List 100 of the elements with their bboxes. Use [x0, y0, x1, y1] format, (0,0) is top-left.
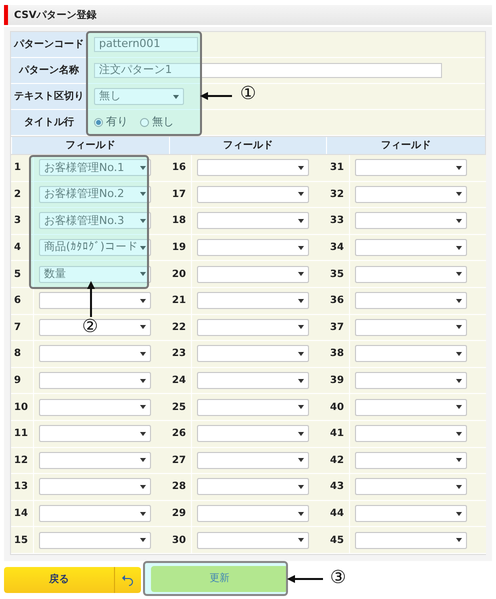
dropdown-caret-icon — [140, 166, 146, 170]
radio-option[interactable]: 有り — [94, 114, 128, 131]
row-number: 38 — [327, 341, 349, 367]
select-field[interactable] — [355, 292, 467, 310]
row-number: 4 — [11, 234, 33, 260]
select-field[interactable] — [355, 452, 467, 469]
dropdown-caret-icon — [140, 378, 146, 383]
row-number: 28 — [169, 474, 191, 500]
dropdown-caret-icon — [456, 272, 462, 276]
select-field[interactable] — [197, 345, 309, 362]
radio-option[interactable]: 無し — [140, 114, 174, 131]
row-number: 43 — [327, 474, 349, 500]
select-field[interactable] — [197, 532, 309, 549]
dropdown-caret-icon — [298, 166, 304, 170]
select-field[interactable] — [39, 398, 151, 416]
select-field[interactable] — [197, 318, 309, 336]
select-field[interactable]: 無し — [94, 88, 184, 105]
select-field[interactable] — [197, 159, 309, 176]
row-number: 19 — [169, 234, 191, 260]
select-field[interactable] — [197, 212, 309, 230]
form-label: パターン名称 — [11, 58, 87, 83]
text-input[interactable]: pattern001 — [94, 37, 198, 52]
select-field[interactable] — [355, 505, 467, 522]
row-number: 21 — [169, 288, 191, 314]
row-number: 6 — [11, 288, 33, 314]
select-field[interactable] — [355, 239, 467, 256]
select-field[interactable] — [197, 372, 309, 390]
select-field[interactable] — [197, 292, 309, 310]
page-title: CSVパターン登録 — [14, 8, 96, 22]
select-field[interactable] — [355, 425, 467, 442]
select-field[interactable] — [355, 372, 467, 390]
dropdown-caret-icon — [456, 298, 462, 303]
text-input[interactable]: 注文パターン1 — [94, 63, 442, 78]
dropdown-caret-icon — [140, 298, 146, 303]
select-field[interactable] — [39, 372, 151, 390]
row-number: 16 — [169, 155, 191, 181]
row-number: 29 — [169, 500, 191, 526]
select-field[interactable]: お客様管理No.3 — [39, 212, 151, 230]
select-field[interactable] — [355, 532, 467, 549]
select-field[interactable] — [197, 425, 309, 442]
select-field[interactable] — [355, 318, 467, 336]
select-field[interactable] — [355, 398, 467, 416]
arrow-icon — [87, 281, 95, 317]
select-field[interactable] — [355, 266, 467, 283]
row-number: 13 — [11, 474, 33, 500]
row-number: 27 — [169, 448, 191, 474]
dropdown-caret-icon — [298, 378, 304, 383]
row-number: 8 — [11, 341, 33, 367]
row-number: 40 — [327, 394, 349, 420]
dropdown-caret-icon — [298, 246, 304, 250]
select-field[interactable] — [39, 532, 151, 549]
row-number: 5 — [11, 261, 33, 287]
dropdown-caret-icon — [298, 512, 304, 516]
back-button[interactable]: 戻る — [4, 566, 141, 593]
select-field[interactable] — [355, 186, 467, 203]
row-number: 32 — [327, 182, 349, 208]
row-number: 35 — [327, 261, 349, 287]
dropdown-caret-icon — [173, 94, 179, 98]
dropdown-caret-icon — [456, 246, 462, 250]
select-field[interactable] — [355, 478, 467, 496]
select-field[interactable] — [39, 505, 151, 522]
dropdown-caret-icon — [298, 432, 304, 436]
row-number: 1 — [11, 155, 33, 181]
select-field[interactable] — [39, 292, 151, 310]
select-field[interactable] — [39, 318, 151, 336]
select-field[interactable] — [39, 478, 151, 496]
select-field[interactable] — [355, 159, 467, 176]
select-field[interactable]: 数量 — [39, 266, 151, 283]
row-number: 20 — [169, 261, 191, 287]
row-number: 15 — [11, 527, 33, 553]
row-number: 10 — [11, 394, 33, 420]
dropdown-caret-icon — [298, 298, 304, 303]
select-field[interactable] — [197, 505, 309, 522]
row-number: 34 — [327, 234, 349, 260]
row-number: 18 — [169, 208, 191, 234]
column-header: フィールド — [326, 137, 486, 154]
select-field[interactable] — [355, 212, 467, 230]
select-field[interactable]: 商品(ｶﾀﾛｸﾞ)コード — [39, 239, 151, 256]
select-field[interactable]: お客様管理No.1 — [39, 159, 151, 176]
row-number: 12 — [11, 448, 33, 474]
dropdown-caret-icon — [456, 484, 462, 489]
select-field[interactable] — [39, 452, 151, 469]
update-button[interactable]: 更新 — [151, 566, 288, 592]
select-field[interactable]: お客様管理No.2 — [39, 186, 151, 203]
select-field[interactable] — [197, 266, 309, 283]
select-field[interactable] — [39, 345, 151, 362]
select-field[interactable] — [355, 345, 467, 362]
select-field[interactable] — [197, 239, 309, 256]
dropdown-caret-icon — [298, 458, 304, 462]
select-field[interactable] — [197, 452, 309, 469]
dropdown-caret-icon — [298, 218, 304, 223]
select-field[interactable] — [197, 478, 309, 496]
dropdown-caret-icon — [140, 325, 146, 330]
dropdown-caret-icon — [456, 218, 462, 223]
row-number: 9 — [11, 368, 33, 394]
select-field[interactable] — [39, 425, 151, 442]
select-field[interactable] — [197, 186, 309, 203]
select-field[interactable] — [197, 398, 309, 416]
row-number: 31 — [327, 155, 349, 181]
column-header: フィールド — [11, 137, 169, 154]
